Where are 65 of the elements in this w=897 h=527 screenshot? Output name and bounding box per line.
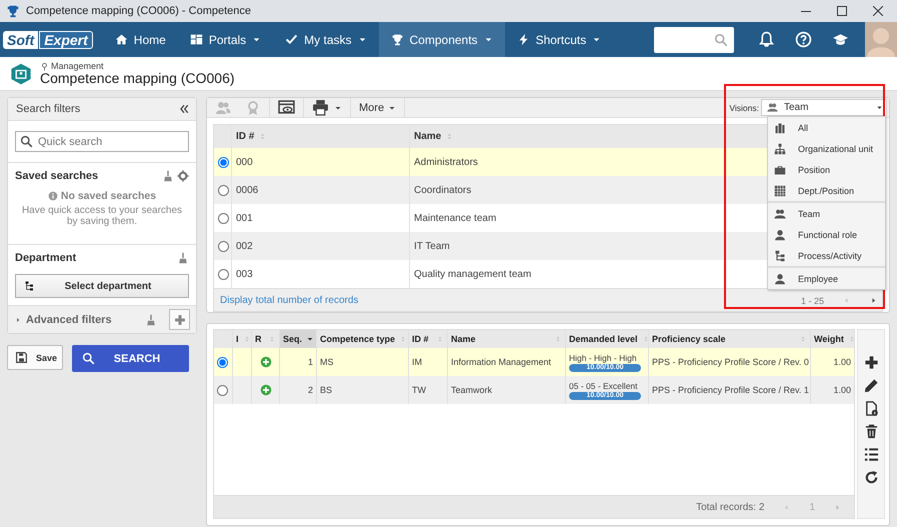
table-cell: IM <box>412 357 422 367</box>
menu-item[interactable]: Functional role <box>768 224 885 245</box>
column-header[interactable]: Demanded level <box>569 334 638 344</box>
window-title: Competence mapping (CO006) - Competence <box>26 5 252 17</box>
nav-menu-item[interactable]: Components <box>378 22 505 57</box>
nav-menu-item[interactable]: Home <box>102 22 178 57</box>
table-cell: 0006 <box>236 184 258 196</box>
save-button[interactable]: Save <box>7 345 63 370</box>
table-cell: IT Team <box>414 240 450 252</box>
column-header[interactable]: Proficiency scale <box>652 334 726 344</box>
table-cell: Quality management team <box>414 268 532 280</box>
table-cell: PPS - Proficiency Profile Score / Rev. 0 <box>652 357 809 367</box>
column-header[interactable]: Name <box>414 131 442 142</box>
menu-item[interactable]: All <box>768 117 885 138</box>
select-department-button[interactable]: Select department <box>15 274 189 298</box>
table-cell: 1 <box>308 357 313 367</box>
menu-item[interactable]: Dept./Position <box>768 180 885 201</box>
menu-item[interactable]: Organizational unit <box>768 138 885 159</box>
table-cell: Teamwork <box>451 385 492 395</box>
column-header[interactable]: ID # <box>412 334 429 344</box>
table-cell: BS <box>320 385 332 395</box>
table-cell: 001 <box>236 212 253 224</box>
visions-dropdown[interactable]: Team <box>761 99 887 116</box>
table-cell: 003 <box>236 268 253 280</box>
table-cell: MS <box>320 357 334 367</box>
table-cell: Administrators <box>414 156 478 168</box>
menu-item[interactable]: Team <box>768 203 885 224</box>
table-cell: PPS - Proficiency Profile Score / Rev. 1 <box>652 385 809 395</box>
table-cell: 1.00 <box>833 357 851 367</box>
menu-item[interactable]: Process/Activity <box>768 245 885 266</box>
breadcrumb[interactable]: Management <box>51 61 104 71</box>
page-title: Competence mapping (CO006) <box>40 71 235 86</box>
page-number: 1 <box>809 502 815 512</box>
column-header[interactable]: Weight <box>814 334 844 344</box>
table-cell: 05 - 05 - Excellent <box>569 380 638 390</box>
column-header[interactable]: ID # <box>236 131 254 142</box>
table-cell: 002 <box>236 240 253 252</box>
menu-item[interactable]: Employee <box>768 268 885 289</box>
table-cell: High - High - High <box>569 352 637 362</box>
search-button[interactable]: SEARCH <box>72 345 189 372</box>
panel-title: Search filters <box>16 103 80 115</box>
section-title: Department <box>15 252 76 264</box>
table-cell: 1.00 <box>833 385 851 395</box>
table-cell: Coordinators <box>414 184 472 196</box>
search-field[interactable]: Quick search <box>15 131 189 152</box>
nav-menu-item[interactable]: My tasks <box>273 22 379 57</box>
table-cell: Maintenance team <box>414 212 496 224</box>
column-header[interactable]: Name <box>451 334 476 344</box>
empty-title: No saved searches <box>60 190 156 202</box>
table-cell: 000 <box>236 156 253 168</box>
section-title: Saved searches <box>15 170 98 182</box>
column-header[interactable]: I <box>236 334 239 344</box>
page-range: 1 - 25 <box>800 296 824 306</box>
field-label: Visions: <box>729 102 759 112</box>
more-button[interactable]: More <box>359 102 396 114</box>
menu-item[interactable]: Position <box>768 159 885 180</box>
empty-message: Have quick access to your searches by saving them. <box>20 205 184 227</box>
column-header[interactable]: Competence type <box>320 334 396 344</box>
nav-menu-item[interactable]: Shortcuts <box>504 22 614 57</box>
table-cell: 2 <box>308 385 313 395</box>
record-count: Total records: 2 <box>696 502 764 512</box>
nav-menu-item[interactable]: Portals <box>178 22 274 57</box>
table-cell: Information Management <box>451 357 552 367</box>
table-cell: TW <box>412 385 426 395</box>
column-header[interactable]: R <box>255 334 262 344</box>
